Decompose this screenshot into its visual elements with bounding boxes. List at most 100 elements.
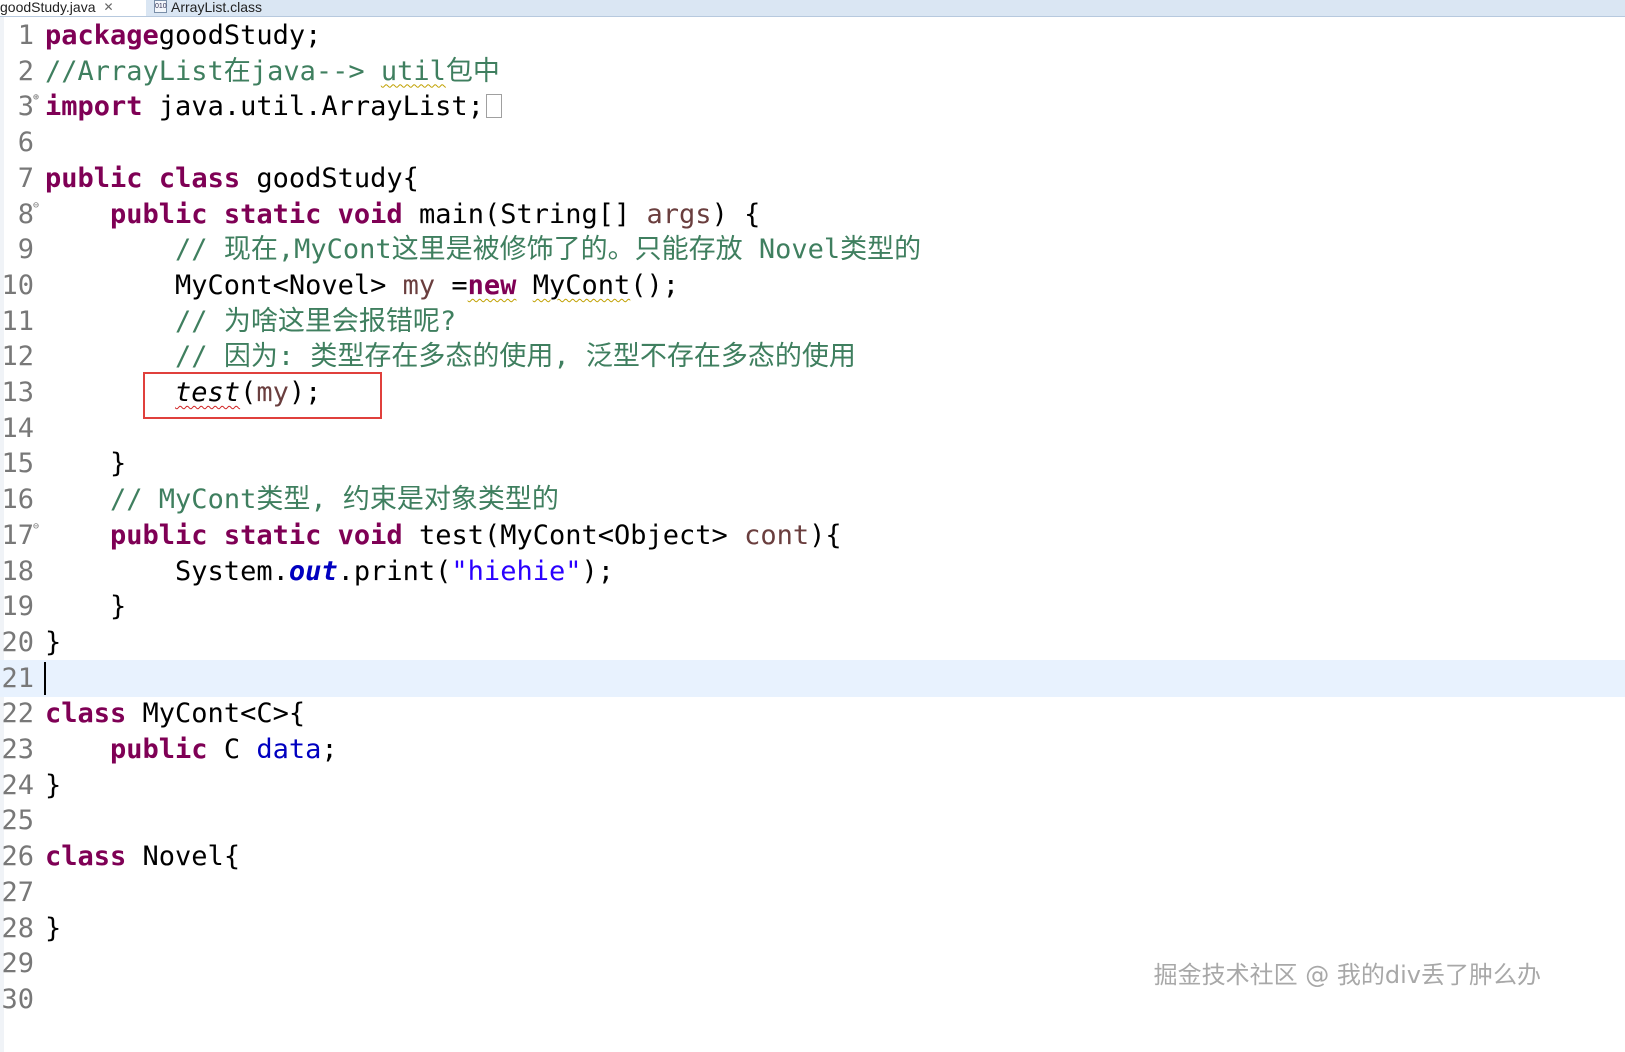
code-line[interactable]: 24}: [0, 767, 1625, 804]
code-text[interactable]: class Novel{: [45, 841, 240, 873]
collapse-fold-icon[interactable]: ⊖: [33, 200, 39, 211]
code-text[interactable]: public static void test(MyCont<Object> c…: [45, 520, 842, 552]
close-icon[interactable]: ✕: [103, 0, 113, 14]
code-token: void: [337, 519, 403, 551]
line-number: 18: [1, 555, 34, 587]
code-line[interactable]: 14: [0, 410, 1625, 447]
code-token: }: [45, 769, 62, 801]
line-number: 14: [1, 412, 34, 444]
code-token: static: [223, 198, 322, 230]
code-token: main(String[]: [402, 198, 647, 230]
editor-tab-bar: goodStudy.java ✕ 010 ArrayList.class: [0, 0, 1625, 17]
code-line[interactable]: 10 MyCont<Novel> my =new MyCont();: [0, 267, 1625, 304]
line-number: 28: [1, 912, 34, 944]
code-line[interactable]: 19 }: [0, 588, 1625, 625]
collapse-fold-icon[interactable]: ⊖: [33, 521, 39, 532]
code-text[interactable]: MyCont<Novel> my =new MyCont();: [45, 270, 679, 302]
code-text[interactable]: }: [45, 627, 61, 659]
code-line[interactable]: 25: [0, 802, 1625, 839]
code-line[interactable]: 21: [0, 659, 1625, 697]
code-line[interactable]: 16 // MyCont类型, 约束是对象类型的: [0, 481, 1625, 518]
code-token: public: [110, 519, 208, 551]
line-number: 29: [1, 948, 34, 980]
code-text[interactable]: // 因为: 类型存在多态的使用, 泛型不存在多态的使用: [45, 341, 856, 373]
code-line[interactable]: 17 ⊖ public static void test(MyCont<Objec…: [0, 517, 1625, 554]
code-text[interactable]: public static void main(String[] args) {: [45, 199, 760, 231]
code-text[interactable]: //ArrayList在java--> util包中: [45, 56, 500, 88]
code-token: goodStudy{: [240, 162, 419, 194]
code-token: public: [45, 162, 143, 194]
code-text[interactable]: }: [45, 913, 61, 945]
code-text[interactable]: packagegoodStudy;: [45, 20, 321, 52]
expand-fold-icon[interactable]: ⊕: [33, 92, 39, 103]
code-token: public: [110, 198, 208, 230]
line-number: 7: [17, 162, 34, 194]
code-text[interactable]: // 为啥这里会报错呢?: [45, 306, 456, 338]
code-token: void: [337, 198, 403, 230]
code-line[interactable]: 1 packagegoodStudy;: [0, 17, 1625, 54]
line-number: 20: [1, 626, 34, 658]
code-token: //ArrayList在java-->: [45, 55, 381, 87]
code-text[interactable]: public C data;: [45, 734, 338, 766]
code-line[interactable]: 28}: [0, 910, 1625, 947]
code-line[interactable]: 18 System.out.print("hiehie");: [0, 553, 1625, 590]
line-number: 13: [1, 377, 34, 408]
code-token: my: [402, 269, 436, 301]
code-text[interactable]: // MyCont类型, 约束是对象类型的: [45, 484, 559, 516]
code-line[interactable]: 23 public C data;: [0, 731, 1625, 768]
code-token: // 为啥这里会报错呢?: [175, 305, 457, 337]
line-number: 30: [1, 983, 34, 1015]
code-line[interactable]: 15 }: [0, 445, 1625, 482]
code-token: java.util.ArrayList;: [142, 91, 484, 123]
code-token: goodStudy;: [158, 20, 322, 51]
line-number: 25: [1, 805, 34, 837]
code-token: args: [646, 198, 712, 230]
code-token: 包中: [445, 55, 500, 87]
code-token: MyCont<Novel>: [45, 269, 403, 301]
code-token: cont: [744, 519, 810, 551]
code-text[interactable]: class MyCont<C>{: [45, 698, 305, 730]
tab-label: goodStudy.java: [0, 0, 96, 15]
code-text[interactable]: }: [45, 448, 126, 480]
code-line[interactable]: 11 // 为啥这里会报错呢?: [0, 303, 1625, 340]
code-line[interactable]: 3 ⊕ import java.util.ArrayList;: [0, 88, 1625, 125]
code-token: }: [45, 626, 62, 658]
code-token: // MyCont类型, 约束是对象类型的: [110, 484, 559, 516]
code-line[interactable]: 22 class MyCont<C>{: [0, 695, 1625, 732]
code-token: C: [207, 734, 257, 765]
code-line[interactable]: 26 class Novel{: [0, 838, 1625, 875]
collapsed-imports-icon[interactable]: [485, 94, 502, 119]
watermark: 掘金技术社区 @ 我的div丢了肿么办: [1153, 961, 1541, 989]
code-editor[interactable]: 1 packagegoodStudy; 2 //ArrayList在java--> u…: [0, 17, 1625, 1052]
code-line[interactable]: 20}: [0, 624, 1625, 661]
tab-goodstudy-java[interactable]: goodStudy.java ✕: [0, 0, 146, 16]
code-text[interactable]: // 现在,MyCont这里是被修饰了的。只能存放 Novel类型的: [45, 234, 921, 266]
code-text[interactable]: }: [45, 770, 61, 802]
line-number: 6: [17, 127, 34, 159]
code-line[interactable]: 7 public class goodStudy{: [0, 160, 1625, 197]
tab-arraylist-class[interactable]: 010 ArrayList.class: [150, 0, 262, 16]
code-text[interactable]: public class goodStudy{: [45, 163, 419, 195]
code-text[interactable]: import java.util.ArrayList;: [45, 91, 502, 123]
line-number: 10: [1, 269, 34, 301]
code-line[interactable]: 9 // 现在,MyCont这里是被修饰了的。只能存放 Novel类型的: [0, 231, 1625, 268]
code-line[interactable]: 6: [0, 124, 1625, 161]
line-number: 15: [1, 448, 34, 480]
code-text[interactable]: }: [45, 591, 126, 623]
line-number: 12: [1, 341, 34, 373]
line-number: 26: [1, 841, 34, 873]
code-line[interactable]: 12 // 因为: 类型存在多态的使用, 泛型不存在多态的使用: [0, 338, 1625, 375]
text-cursor: [44, 661, 46, 695]
line-number: 19: [1, 591, 34, 623]
code-line[interactable]: 27: [0, 874, 1625, 911]
code-line[interactable]: 8 ⊖ public static void main(String[] args…: [0, 196, 1625, 233]
code-token: =: [435, 269, 468, 301]
code-token: .print(: [337, 555, 452, 587]
code-line[interactable]: 2 //ArrayList在java--> util包中: [0, 53, 1625, 90]
code-token: ){: [809, 519, 842, 551]
code-text[interactable]: System.out.print("hiehie");: [45, 556, 614, 588]
code-token: MyCont: [532, 269, 631, 301]
line-number: 2: [17, 55, 34, 87]
